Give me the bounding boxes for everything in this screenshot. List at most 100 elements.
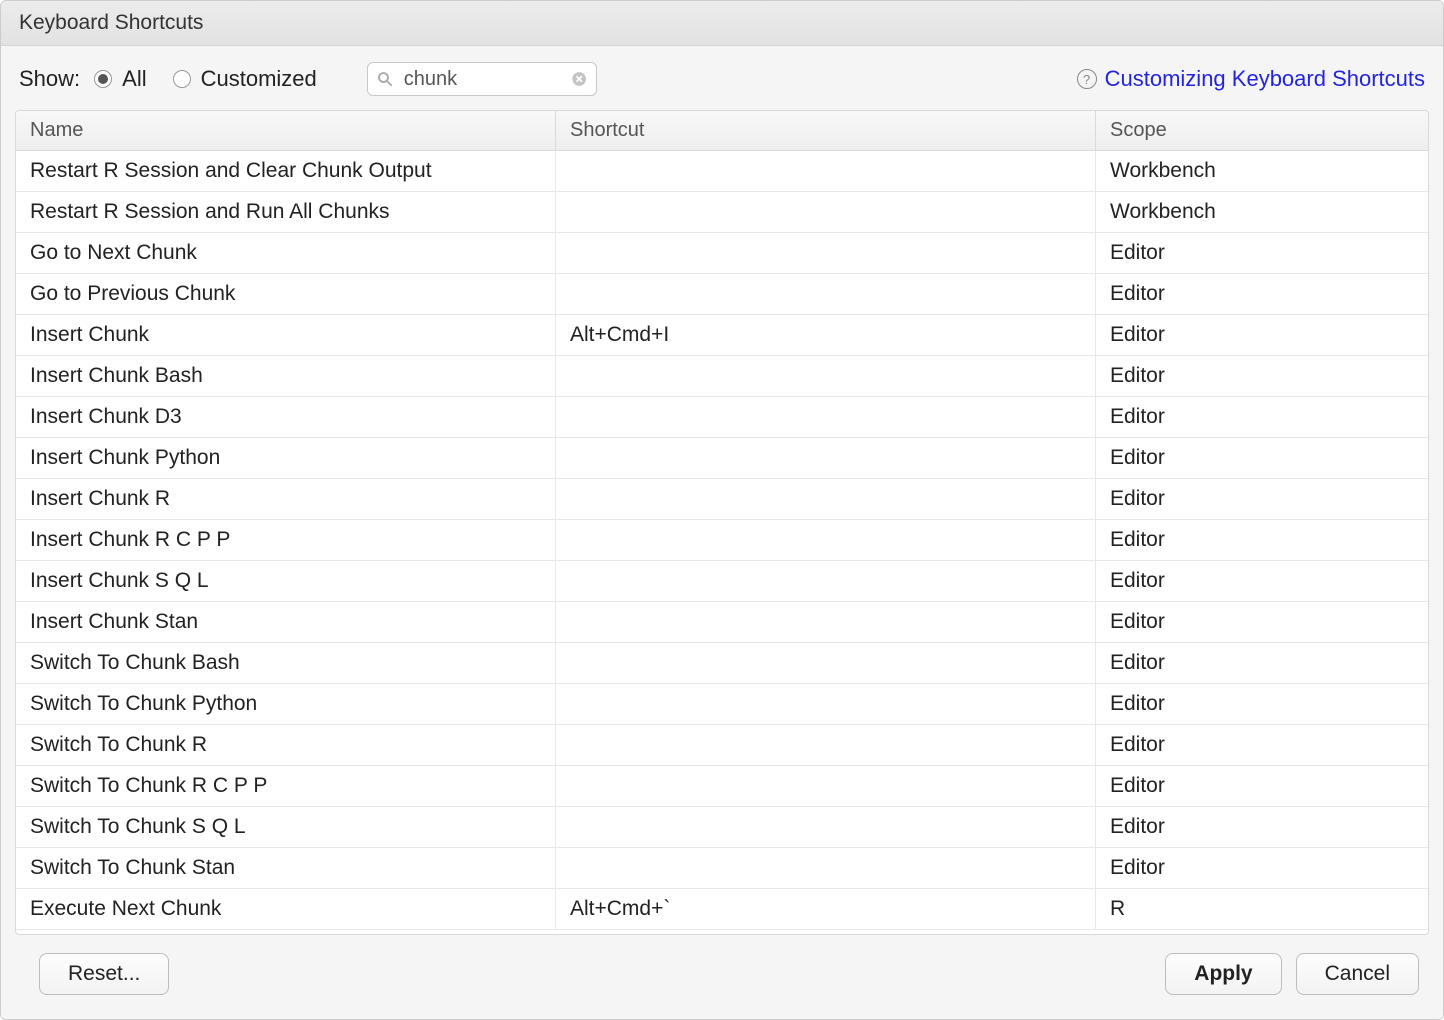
cell-shortcut[interactable]: Alt+Cmd+I bbox=[556, 315, 1096, 355]
cell-shortcut[interactable] bbox=[556, 725, 1096, 765]
cell-name: Insert Chunk D3 bbox=[16, 397, 556, 437]
cell-name: Insert Chunk R C P P bbox=[16, 520, 556, 560]
cell-name: Insert Chunk Stan bbox=[16, 602, 556, 642]
cell-shortcut[interactable] bbox=[556, 807, 1096, 847]
cell-shortcut[interactable] bbox=[556, 684, 1096, 724]
search-box[interactable] bbox=[367, 62, 597, 96]
cell-name: Switch To Chunk R bbox=[16, 725, 556, 765]
reset-button[interactable]: Reset... bbox=[39, 953, 169, 995]
cell-shortcut[interactable] bbox=[556, 192, 1096, 232]
cell-scope: Editor bbox=[1096, 438, 1428, 478]
table-row[interactable]: Insert Chunk Python Editor bbox=[16, 438, 1428, 479]
table-row[interactable]: Switch To Chunk Bash Editor bbox=[16, 643, 1428, 684]
cell-name: Switch To Chunk Stan bbox=[16, 848, 556, 888]
column-header-shortcut[interactable]: Shortcut bbox=[556, 111, 1096, 150]
cell-shortcut[interactable] bbox=[556, 233, 1096, 273]
radio-all-label: All bbox=[122, 66, 146, 92]
cell-scope: Editor bbox=[1096, 766, 1428, 806]
table-row[interactable]: Restart R Session and Run All Chunks Work… bbox=[16, 192, 1428, 233]
cell-name: Switch To Chunk R C P P bbox=[16, 766, 556, 806]
search-icon bbox=[376, 70, 394, 88]
cell-scope: Workbench bbox=[1096, 192, 1428, 232]
filter-toolbar: Show: All Customized ? Customizing Keybo… bbox=[1, 46, 1443, 110]
cell-scope: Workbench bbox=[1096, 151, 1428, 191]
table-row[interactable]: Switch To Chunk R C P P Editor bbox=[16, 766, 1428, 807]
help-icon: ? bbox=[1077, 69, 1097, 89]
radio-all[interactable] bbox=[94, 70, 112, 88]
search-input[interactable] bbox=[402, 67, 572, 92]
table-row[interactable]: Switch To Chunk Python Editor bbox=[16, 684, 1428, 725]
cell-scope: Editor bbox=[1096, 397, 1428, 437]
clear-search-icon[interactable] bbox=[571, 70, 587, 88]
cell-name: Insert Chunk S Q L bbox=[16, 561, 556, 601]
radio-customized-group[interactable]: Customized bbox=[173, 66, 329, 92]
dialog-title: Keyboard Shortcuts bbox=[1, 1, 1443, 46]
cell-shortcut[interactable] bbox=[556, 397, 1096, 437]
keyboard-shortcuts-dialog: Keyboard Shortcuts Show: All Customized … bbox=[0, 0, 1444, 1020]
cell-shortcut[interactable] bbox=[556, 479, 1096, 519]
cell-scope: Editor bbox=[1096, 315, 1428, 355]
cell-name: Switch To Chunk Bash bbox=[16, 643, 556, 683]
help-link[interactable]: Customizing Keyboard Shortcuts bbox=[1105, 66, 1425, 92]
table-row[interactable]: Insert Chunk Bash Editor bbox=[16, 356, 1428, 397]
table-row[interactable]: Go to Next Chunk Editor bbox=[16, 233, 1428, 274]
cancel-button[interactable]: Cancel bbox=[1296, 953, 1419, 995]
table-row[interactable]: Insert Chunk R C P P Editor bbox=[16, 520, 1428, 561]
table-row[interactable]: Insert ChunkAlt+Cmd+IEditor bbox=[16, 315, 1428, 356]
cell-scope: Editor bbox=[1096, 274, 1428, 314]
dialog-footer: Reset... Apply Cancel bbox=[1, 935, 1443, 1019]
cell-scope: Editor bbox=[1096, 643, 1428, 683]
cell-name: Restart R Session and Clear Chunk Output bbox=[16, 151, 556, 191]
cell-scope: R bbox=[1096, 889, 1428, 929]
cell-shortcut[interactable] bbox=[556, 561, 1096, 601]
cell-name: Insert Chunk bbox=[16, 315, 556, 355]
table-row[interactable]: Switch To Chunk Stan Editor bbox=[16, 848, 1428, 889]
cell-scope: Editor bbox=[1096, 233, 1428, 273]
table-row[interactable]: Switch To Chunk R Editor bbox=[16, 725, 1428, 766]
table-row[interactable]: Insert Chunk Stan Editor bbox=[16, 602, 1428, 643]
cell-name: Insert Chunk Python bbox=[16, 438, 556, 478]
table-body[interactable]: Restart R Session and Clear Chunk Output… bbox=[16, 151, 1428, 934]
cell-name: Go to Next Chunk bbox=[16, 233, 556, 273]
cell-name: Switch To Chunk Python bbox=[16, 684, 556, 724]
column-header-scope[interactable]: Scope bbox=[1096, 111, 1428, 150]
cell-name: Execute Next Chunk bbox=[16, 889, 556, 929]
cell-scope: Editor bbox=[1096, 561, 1428, 601]
cell-scope: Editor bbox=[1096, 520, 1428, 560]
table-row[interactable]: Insert Chunk S Q L Editor bbox=[16, 561, 1428, 602]
table-row[interactable]: Insert Chunk R Editor bbox=[16, 479, 1428, 520]
cell-scope: Editor bbox=[1096, 684, 1428, 724]
radio-customized-label: Customized bbox=[201, 66, 317, 92]
cell-shortcut[interactable] bbox=[556, 356, 1096, 396]
cell-shortcut[interactable] bbox=[556, 602, 1096, 642]
radio-customized[interactable] bbox=[173, 70, 191, 88]
show-label: Show: bbox=[19, 66, 80, 92]
radio-all-group[interactable]: All bbox=[94, 66, 158, 92]
cell-shortcut[interactable] bbox=[556, 766, 1096, 806]
cell-scope: Editor bbox=[1096, 725, 1428, 765]
cell-shortcut[interactable] bbox=[556, 520, 1096, 560]
cell-scope: Editor bbox=[1096, 356, 1428, 396]
cell-scope: Editor bbox=[1096, 602, 1428, 642]
table-row[interactable]: Execute Next ChunkAlt+Cmd+`R bbox=[16, 889, 1428, 930]
cell-shortcut[interactable]: Alt+Cmd+` bbox=[556, 889, 1096, 929]
cell-shortcut[interactable] bbox=[556, 848, 1096, 888]
cell-name: Restart R Session and Run All Chunks bbox=[16, 192, 556, 232]
cell-name: Insert Chunk R bbox=[16, 479, 556, 519]
table-row[interactable]: Switch To Chunk S Q LEditor bbox=[16, 807, 1428, 848]
cell-scope: Editor bbox=[1096, 479, 1428, 519]
cell-name: Insert Chunk Bash bbox=[16, 356, 556, 396]
cell-shortcut[interactable] bbox=[556, 151, 1096, 191]
cell-scope: Editor bbox=[1096, 848, 1428, 888]
cell-name: Switch To Chunk S Q L bbox=[16, 807, 556, 847]
cell-shortcut[interactable] bbox=[556, 438, 1096, 478]
cell-name: Go to Previous Chunk bbox=[16, 274, 556, 314]
column-header-name[interactable]: Name bbox=[16, 111, 556, 150]
cell-shortcut[interactable] bbox=[556, 274, 1096, 314]
cell-shortcut[interactable] bbox=[556, 643, 1096, 683]
table-row[interactable]: Insert Chunk D3 Editor bbox=[16, 397, 1428, 438]
table-row[interactable]: Restart R Session and Clear Chunk Output… bbox=[16, 151, 1428, 192]
apply-button[interactable]: Apply bbox=[1165, 953, 1281, 995]
table-row[interactable]: Go to Previous Chunk Editor bbox=[16, 274, 1428, 315]
help-link-wrap: ? Customizing Keyboard Shortcuts bbox=[1077, 66, 1425, 92]
